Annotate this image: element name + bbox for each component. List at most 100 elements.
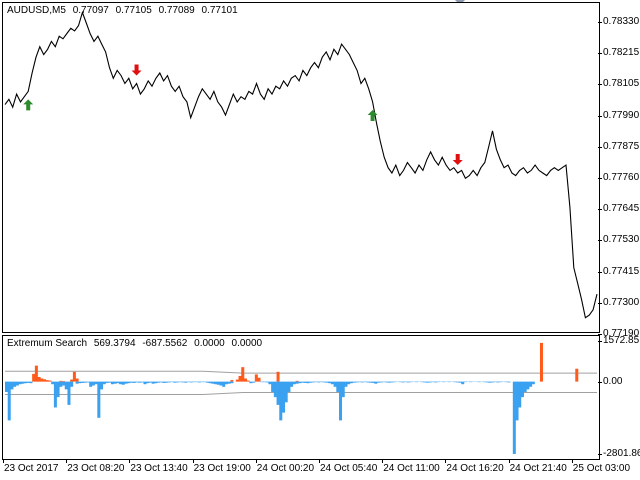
- negative-bar: [154, 381, 158, 384]
- negative-bar: [292, 381, 296, 385]
- price-tick-label: 0.77530: [603, 234, 640, 246]
- negative-bar: [146, 381, 150, 384]
- negative-bar: [7, 381, 11, 421]
- indicator-tick: [598, 341, 602, 342]
- time-tick-label: 24 Oct 00:20: [256, 463, 315, 474]
- positive-bar: [295, 380, 299, 382]
- negative-bar: [108, 381, 112, 383]
- negative-bar: [496, 381, 500, 383]
- negative-bar: [13, 381, 17, 387]
- price-tick: [598, 302, 602, 304]
- positive-bar: [59, 380, 63, 382]
- positive-bar: [254, 374, 258, 382]
- negative-bar: [170, 381, 174, 383]
- negative-bar: [368, 381, 372, 383]
- positive-bar: [238, 375, 242, 382]
- negative-bar: [5, 381, 9, 392]
- negative-bar: [526, 381, 530, 390]
- negative-bar: [26, 381, 30, 383]
- negative-bar: [284, 381, 288, 403]
- negative-bar: [341, 381, 345, 398]
- negative-bar: [344, 381, 348, 387]
- lower-band-line: [5, 391, 597, 396]
- price-tick-label: 0.78105: [603, 78, 640, 90]
- negative-bar: [268, 381, 272, 385]
- negative-bar: [89, 381, 93, 387]
- time-tick-label: 23 Oct 19:00: [193, 463, 251, 474]
- positive-bar: [62, 381, 66, 382]
- negative-bar: [113, 381, 117, 384]
- negative-bar: [360, 381, 364, 383]
- negative-bar: [70, 381, 74, 387]
- negative-bar: [295, 381, 299, 384]
- negative-bar: [447, 381, 451, 383]
- negative-bar: [301, 381, 305, 383]
- negative-bar: [56, 381, 60, 398]
- price-tick-label: 0.77645: [603, 203, 640, 215]
- negative-bar: [167, 381, 171, 383]
- negative-bar: [211, 381, 215, 384]
- negative-bar: [322, 381, 326, 383]
- negative-bar: [458, 381, 462, 383]
- positive-bar: [34, 365, 38, 382]
- negative-bar: [482, 381, 486, 383]
- negative-bar: [173, 381, 177, 383]
- positive-bar: [40, 378, 44, 382]
- negative-bar: [186, 381, 190, 383]
- price-tick: [598, 53, 602, 55]
- ohlc-low: 0.77089: [158, 5, 195, 16]
- negative-bar: [83, 381, 87, 383]
- positive-bar: [230, 380, 234, 382]
- main-chart-pane[interactable]: AUDUSD,M5 0.77097 0.77105 0.77089 0.7710…: [2, 2, 600, 333]
- negative-bar: [518, 381, 522, 408]
- negative-bar: [184, 381, 188, 383]
- time-tick-label: 24 Oct 11:00: [383, 463, 440, 474]
- negative-bar: [18, 381, 22, 385]
- negative-bar: [51, 381, 55, 385]
- positive-bar: [45, 380, 49, 382]
- negative-bar: [265, 381, 269, 383]
- price-tick-label: 0.78215: [603, 47, 640, 59]
- negative-bar: [461, 381, 465, 385]
- time-tick-label: 24 Oct 16:20: [446, 463, 504, 474]
- negative-bar: [333, 381, 337, 387]
- negative-bar: [271, 381, 275, 392]
- indicator-pane[interactable]: Extremum Search 569.3794 -687.5562 0.000…: [2, 335, 600, 460]
- negative-bar: [306, 381, 310, 384]
- buy-arrow-icon: [23, 99, 34, 111]
- indicator-value-2: -687.5562: [142, 338, 188, 349]
- indicator-name: Extremum Search: [7, 338, 88, 349]
- negative-bar: [493, 381, 497, 383]
- negative-bar: [67, 381, 71, 405]
- negative-bar: [352, 381, 356, 383]
- negative-bar: [436, 381, 440, 383]
- negative-bar: [129, 381, 133, 383]
- negative-bar: [208, 381, 212, 384]
- negative-bar: [339, 381, 343, 421]
- negative-bar: [320, 381, 324, 383]
- negative-bar: [203, 381, 207, 383]
- negative-bar: [463, 381, 467, 383]
- negative-bar: [281, 381, 285, 413]
- negative-bar: [325, 381, 329, 383]
- ohlc-close: 0.77101: [201, 5, 238, 16]
- positive-bar: [75, 378, 79, 382]
- negative-bar: [431, 381, 435, 383]
- indicator-tick-label: 1572.85: [603, 335, 640, 346]
- negative-bar: [382, 381, 386, 383]
- positive-bar: [243, 378, 247, 382]
- negative-bar: [485, 381, 489, 383]
- price-tick-label: 0.78330: [603, 16, 640, 27]
- negative-bar: [135, 381, 139, 383]
- negative-bar: [165, 381, 169, 383]
- negative-bar: [515, 381, 519, 421]
- positive-bar: [276, 371, 280, 382]
- time-tick-label: 24 Oct 21:40: [509, 463, 567, 474]
- negative-bar: [189, 381, 193, 383]
- price-tick-label: 0.77760: [603, 172, 640, 183]
- negative-bar: [53, 381, 57, 408]
- negative-bar: [200, 381, 204, 383]
- price-tick: [598, 271, 602, 273]
- negative-bar: [260, 381, 264, 383]
- sell-arrow-icon: [131, 64, 142, 76]
